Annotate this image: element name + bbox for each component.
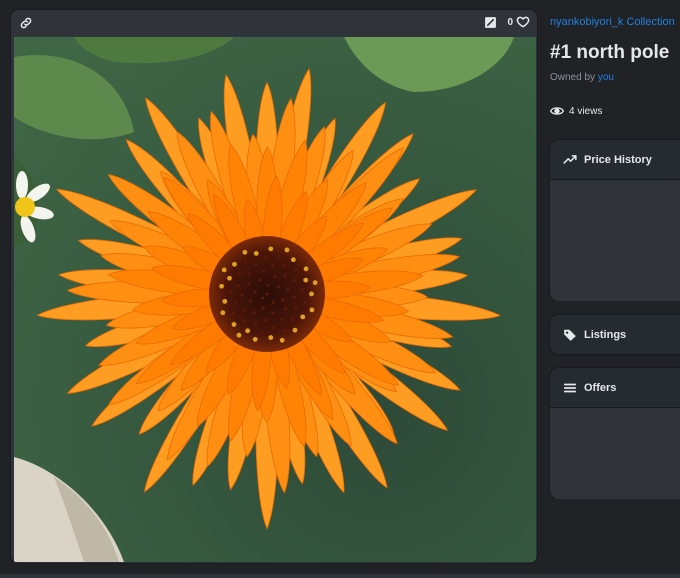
eye-icon — [550, 107, 564, 115]
offers-body — [550, 407, 680, 499]
offers-header[interactable]: Offers — [550, 368, 680, 407]
offers-panel: Offers — [549, 367, 680, 499]
tag-icon — [564, 329, 576, 341]
item-image[interactable] — [14, 37, 536, 562]
owner-link[interactable]: you — [598, 72, 614, 83]
price-history-header[interactable]: Price History — [550, 140, 680, 179]
heart-icon[interactable] — [516, 15, 530, 29]
price-history-panel: Price History — [549, 139, 680, 301]
trending-icon — [563, 154, 577, 164]
listings-title: Listings — [584, 328, 627, 341]
edit-icon[interactable] — [484, 16, 497, 29]
price-history-title: Price History — [584, 153, 652, 166]
listings-panel: Listings — [549, 314, 680, 355]
listings-header[interactable]: Listings — [550, 315, 680, 354]
views-label: 4 views — [569, 105, 603, 117]
footer-divider — [0, 574, 680, 578]
media-card: 0 — [10, 9, 538, 564]
owned-by: Owned by you — [550, 72, 614, 83]
views-count: 4 views — [550, 105, 602, 117]
price-history-body — [550, 179, 680, 301]
favorites-count: 0 — [507, 17, 513, 28]
link-icon[interactable] — [19, 16, 33, 30]
media-toolbar: 0 — [11, 10, 537, 36]
owned-by-label: Owned by — [550, 72, 596, 83]
item-title: #1 north pole — [550, 42, 670, 63]
offers-title: Offers — [584, 381, 617, 394]
collection-link[interactable]: nyankobiyori_k Collection — [550, 16, 675, 28]
list-icon — [563, 383, 577, 392]
